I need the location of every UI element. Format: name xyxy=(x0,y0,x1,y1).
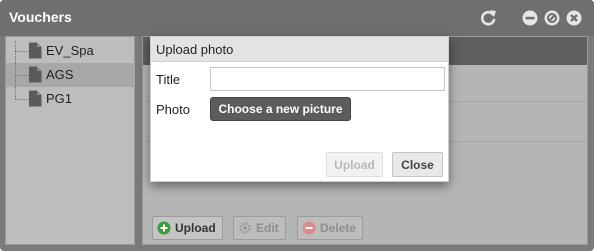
tree-item-label: PG1 xyxy=(46,91,73,106)
tree-item-ags[interactable]: AGS xyxy=(6,63,135,87)
choose-picture-button[interactable]: Choose a new picture xyxy=(210,97,351,121)
title-input[interactable] xyxy=(210,67,445,91)
document-icon xyxy=(28,90,42,107)
upload-button[interactable]: Upload xyxy=(152,216,223,240)
tree-item-pg1[interactable]: PG1 xyxy=(6,87,135,111)
close-icon[interactable] xyxy=(566,10,582,26)
disable-icon[interactable] xyxy=(544,10,560,26)
vouchers-window: Vouchers EV_Spa AGS PG1 Upload Edit Dele… xyxy=(0,0,594,251)
delete-button-label: Delete xyxy=(320,221,357,235)
photo-field-label: Photo xyxy=(156,102,190,117)
title-field-label: Title xyxy=(156,72,181,87)
edit-button-label: Edit xyxy=(256,221,279,235)
dialog-title: Upload photo xyxy=(156,42,234,57)
document-icon xyxy=(28,66,42,83)
window-title: Vouchers xyxy=(9,9,72,25)
dialog-close-button[interactable]: Close xyxy=(392,152,443,177)
document-icon xyxy=(28,42,42,59)
photo-toolbar: Upload Edit Delete xyxy=(143,212,587,244)
tree-item-ev-spa[interactable]: EV_Spa xyxy=(6,39,135,63)
tree-item-label: AGS xyxy=(46,67,74,82)
dialog-header: Upload photo xyxy=(151,37,448,62)
voucher-tree: EV_Spa AGS PG1 xyxy=(5,36,135,245)
plus-circle-icon xyxy=(157,221,171,235)
window-titlebar: Vouchers xyxy=(0,0,594,36)
minimize-icon[interactable] xyxy=(522,10,538,26)
tree-item-label: EV_Spa xyxy=(46,43,94,58)
delete-button[interactable]: Delete xyxy=(297,216,364,240)
upload-photo-dialog: Upload photo Title Photo Choose a new pi… xyxy=(150,36,449,182)
refresh-icon[interactable] xyxy=(478,8,498,28)
dialog-upload-button[interactable]: Upload xyxy=(326,152,383,177)
upload-button-label: Upload xyxy=(175,221,216,235)
minus-circle-icon xyxy=(302,221,316,235)
edit-button[interactable]: Edit xyxy=(233,216,286,240)
gear-icon xyxy=(238,221,252,235)
